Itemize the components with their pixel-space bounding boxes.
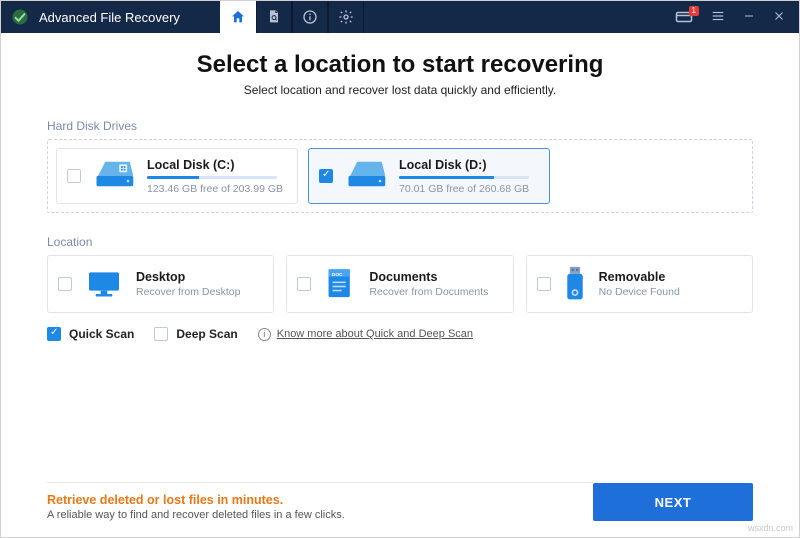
next-button[interactable]: NEXT: [593, 483, 753, 521]
location-desktop-checkbox[interactable]: [58, 277, 72, 291]
deep-scan-label: Deep Scan: [176, 327, 237, 341]
page-title: Select a location to start recovering: [47, 51, 753, 79]
scan-options: Quick Scan Deep Scan i Know more about Q…: [47, 327, 753, 341]
info-icon: i: [258, 328, 271, 341]
nav-preview-button[interactable]: [256, 1, 292, 33]
location-desktop-name: Desktop: [136, 270, 240, 284]
drive-c-checkbox[interactable]: [67, 169, 81, 183]
footer-sub: A reliable way to find and recover delet…: [47, 509, 593, 521]
usb-icon: [563, 265, 587, 303]
app-title: Advanced File Recovery: [39, 10, 180, 25]
title-bar: Advanced File Recovery 1: [1, 1, 799, 33]
quick-scan-checkbox[interactable]: [47, 327, 61, 341]
minimize-button[interactable]: [743, 9, 755, 25]
notifications-button[interactable]: 1: [675, 10, 693, 24]
footer: Retrieve deleted or lost files in minute…: [1, 482, 799, 521]
close-icon: [773, 10, 785, 22]
location-removable-checkbox[interactable]: [537, 277, 551, 291]
app-logo-icon: [9, 6, 31, 28]
watermark: wsxdn.com: [748, 523, 793, 533]
deep-scan-checkbox[interactable]: [154, 327, 168, 341]
location-documents-checkbox[interactable]: [297, 277, 311, 291]
minimize-icon: [743, 10, 755, 22]
location-removable[interactable]: Removable No Device Found: [526, 255, 753, 313]
svg-text:DOC: DOC: [332, 272, 343, 278]
location-desktop[interactable]: Desktop Recover from Desktop: [47, 255, 274, 313]
know-more-link[interactable]: Know more about Quick and Deep Scan: [277, 328, 473, 340]
main-content: Select a location to start recovering Se…: [1, 33, 799, 341]
hdd-icon: [93, 156, 135, 197]
drive-d-usage-bar: [399, 176, 529, 179]
hdd-icon: [345, 156, 387, 197]
desktop-icon: [84, 267, 124, 301]
drive-d-name: Local Disk (D:): [399, 158, 529, 172]
quick-scan-option[interactable]: Quick Scan: [47, 327, 134, 341]
drive-d-checkbox[interactable]: [319, 169, 333, 183]
section-label-drives: Hard Disk Drives: [47, 119, 753, 133]
locations-container: Desktop Recover from Desktop DOC Documen…: [47, 255, 753, 313]
gear-icon: [338, 9, 354, 25]
nav-settings-button[interactable]: [328, 1, 364, 33]
close-button[interactable]: [773, 9, 785, 25]
info-icon: [302, 9, 318, 25]
drive-c-name: Local Disk (C:): [147, 158, 283, 172]
menu-icon: [711, 9, 725, 23]
page-subtitle: Select location and recover lost data qu…: [47, 83, 753, 97]
drive-card-c[interactable]: Local Disk (C:) 123.46 GB free of 203.99…: [56, 148, 298, 204]
menu-button[interactable]: [711, 9, 725, 26]
location-documents-sub: Recover from Documents: [369, 286, 488, 298]
drive-c-free: 123.46 GB free of 203.99 GB: [147, 183, 283, 195]
search-file-icon: [266, 9, 282, 25]
quick-scan-label: Quick Scan: [69, 327, 134, 341]
home-icon: [230, 9, 246, 25]
drives-container: Local Disk (C:) 123.46 GB free of 203.99…: [47, 139, 753, 213]
notification-badge: 1: [689, 6, 699, 16]
location-documents-name: Documents: [369, 270, 488, 284]
window-controls: 1: [661, 1, 799, 33]
drive-d-free: 70.01 GB free of 260.68 GB: [399, 183, 529, 195]
footer-title: Retrieve deleted or lost files in minute…: [47, 493, 593, 507]
section-label-location: Location: [47, 235, 753, 249]
documents-icon: DOC: [323, 266, 357, 302]
nav-home-button[interactable]: [220, 1, 256, 33]
drive-c-usage-bar: [147, 176, 277, 179]
drive-card-d[interactable]: Local Disk (D:) 70.01 GB free of 260.68 …: [308, 148, 550, 204]
deep-scan-option[interactable]: Deep Scan: [154, 327, 237, 341]
nav-icons: [220, 1, 364, 33]
location-removable-name: Removable: [599, 270, 680, 284]
know-more: i Know more about Quick and Deep Scan: [258, 328, 473, 341]
location-documents[interactable]: DOC Documents Recover from Documents: [286, 255, 513, 313]
nav-info-button[interactable]: [292, 1, 328, 33]
location-desktop-sub: Recover from Desktop: [136, 286, 240, 298]
location-removable-sub: No Device Found: [599, 286, 680, 298]
